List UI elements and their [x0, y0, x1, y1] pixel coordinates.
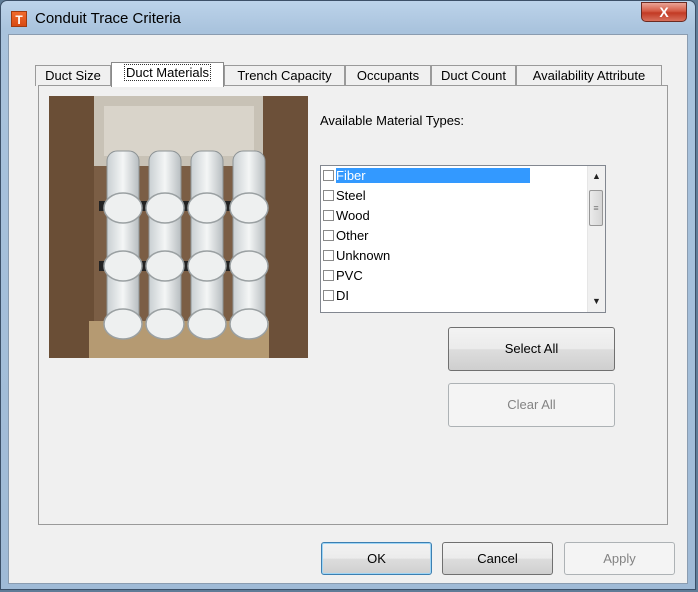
dialog-window: T Conduit Trace Criteria X Duct Size Duc…	[0, 0, 696, 590]
list-item-unknown[interactable]: Unknown	[323, 246, 587, 266]
available-material-types-label: Available Material Types:	[320, 113, 465, 128]
checkbox[interactable]	[323, 290, 334, 301]
scroll-down-arrow-icon[interactable]: ▼	[588, 293, 605, 310]
list-item-di[interactable]: DI	[323, 286, 587, 306]
select-all-button[interactable]: Select All	[448, 327, 615, 371]
conduit-pipes-illustration	[49, 96, 308, 358]
list-item-fiber[interactable]: Fiber	[323, 166, 587, 186]
tab-availability-attribute[interactable]: Availability Attribute	[516, 65, 662, 86]
material-types-listbox[interactable]: Fiber Steel Wood Other Unknown PVC DI ▲ …	[320, 165, 606, 313]
cancel-button[interactable]: Cancel	[442, 542, 553, 575]
list-item-label: Unknown	[336, 248, 391, 263]
title-bar[interactable]: T Conduit Trace Criteria X	[1, 1, 695, 35]
scroll-up-arrow-icon[interactable]: ▲	[588, 168, 605, 185]
list-item-label: PVC	[336, 268, 363, 283]
listbox-scrollbar[interactable]: ▲ ≡ ▼	[587, 166, 605, 312]
list-item-wood[interactable]: Wood	[323, 206, 587, 226]
window-title: Conduit Trace Criteria	[35, 10, 181, 27]
apply-button[interactable]: Apply	[564, 542, 675, 575]
checkbox[interactable]	[323, 270, 334, 281]
ok-button[interactable]: OK	[321, 542, 432, 575]
list-item-label: Wood	[336, 208, 370, 223]
dialog-client-area: Duct Size Duct Materials Trench Capacity…	[8, 34, 688, 584]
tab-duct-materials[interactable]: Duct Materials	[111, 62, 224, 87]
tab-panel-duct-materials: Available Material Types: Fiber Steel Wo…	[38, 85, 668, 525]
checkbox[interactable]	[323, 170, 334, 181]
list-item-steel[interactable]: Steel	[323, 186, 587, 206]
tab-duct-size[interactable]: Duct Size	[35, 65, 111, 86]
close-button[interactable]: X	[641, 2, 687, 22]
checkbox[interactable]	[323, 210, 334, 221]
list-item-label: Steel	[336, 188, 366, 203]
checkbox[interactable]	[323, 230, 334, 241]
scroll-thumb[interactable]: ≡	[589, 190, 603, 226]
tab-duct-materials-label: Duct Materials	[123, 64, 212, 81]
list-item-label: DI	[336, 288, 349, 303]
list-item-label: Fiber	[336, 168, 530, 183]
list-item-other[interactable]: Other	[323, 226, 587, 246]
tab-occupants[interactable]: Occupants	[345, 65, 431, 86]
tab-trench-capacity[interactable]: Trench Capacity	[224, 65, 345, 86]
conduit-photo	[49, 96, 308, 358]
tab-duct-count[interactable]: Duct Count	[431, 65, 516, 86]
list-item-label: Other	[336, 228, 369, 243]
clear-all-button[interactable]: Clear All	[448, 383, 615, 427]
list-item-pvc[interactable]: PVC	[323, 266, 587, 286]
checkbox[interactable]	[323, 250, 334, 261]
checkbox[interactable]	[323, 190, 334, 201]
app-icon: T	[11, 11, 27, 27]
